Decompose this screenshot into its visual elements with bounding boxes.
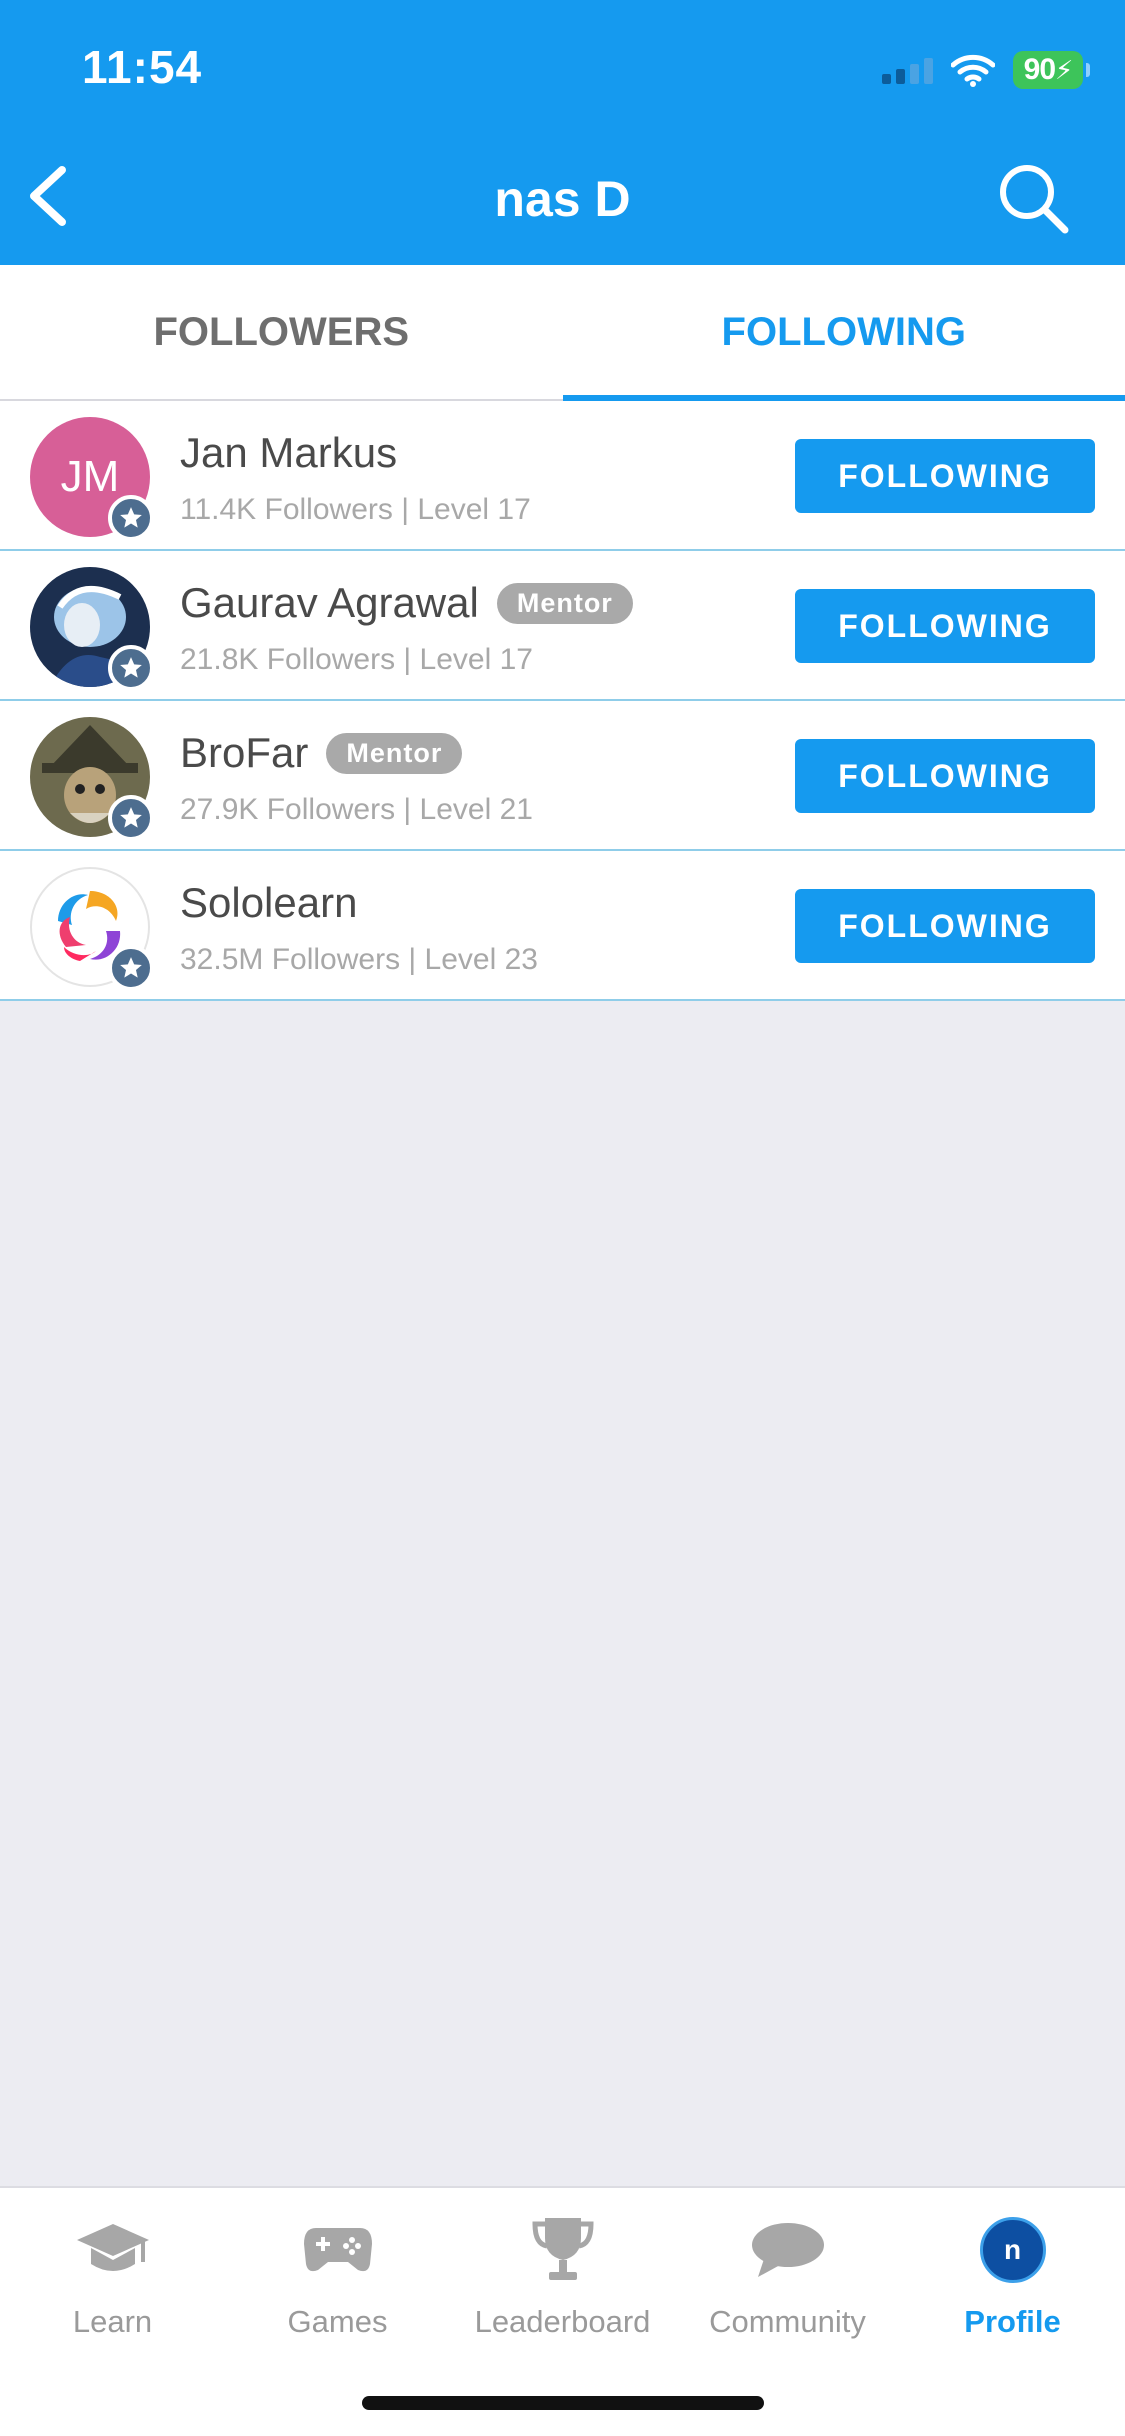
battery-level: 90 (1023, 53, 1056, 86)
nav-label: Learn (72, 2304, 153, 2339)
following-list: JM Jan Markus 11.4K Followers | Level 17… (0, 401, 1125, 1001)
search-button[interactable] (995, 160, 1073, 238)
list-item[interactable]: BroFar Mentor 27.9K Followers | Level 21… (0, 701, 1125, 851)
gamepad-icon (298, 2214, 378, 2286)
avatar[interactable] (30, 717, 154, 841)
user-info: Jan Markus 11.4K Followers | Level 17 (180, 429, 531, 527)
avatar-icon: n (973, 2214, 1053, 2286)
user-meta: 11.4K Followers | Level 17 (180, 493, 531, 526)
graduation-cap-icon (73, 2214, 153, 2286)
page-title: nas D (494, 171, 631, 227)
user-name[interactable]: Sololearn (180, 879, 357, 927)
user-name[interactable]: BroFar (180, 729, 308, 777)
wifi-icon (951, 54, 995, 87)
avatar[interactable] (30, 567, 154, 691)
mentor-badge: Mentor (326, 732, 463, 774)
star-badge-icon (108, 495, 154, 541)
user-meta: 32.5M Followers | Level 23 (180, 943, 538, 976)
tab-followers[interactable]: FOLLOWERS (0, 265, 563, 399)
trophy-icon (523, 2214, 603, 2286)
nav-label: Community (709, 2304, 866, 2339)
nav-label: Profile (964, 2304, 1061, 2339)
user-info: Sololearn 32.5M Followers | Level 23 (180, 879, 538, 977)
following-button[interactable]: FOLLOWING (795, 739, 1095, 813)
battery-indicator: 90 ⚡ (1013, 51, 1090, 89)
app-header: 11:54 90 ⚡ nas D (0, 0, 1125, 265)
user-info: BroFar Mentor 27.9K Followers | Level 21 (180, 729, 533, 827)
following-button[interactable]: FOLLOWING (795, 589, 1095, 663)
user-meta: 21.8K Followers | Level 17 (180, 643, 533, 676)
home-indicator[interactable] (362, 2396, 764, 2410)
following-button[interactable]: FOLLOWING (795, 439, 1095, 513)
list-item[interactable]: JM Jan Markus 11.4K Followers | Level 17… (0, 401, 1125, 551)
nav-label: Leaderboard (474, 2304, 651, 2339)
nav-learn[interactable]: Learn (0, 2188, 225, 2436)
user-meta: 27.9K Followers | Level 21 (180, 793, 533, 826)
status-time: 11:54 (82, 41, 203, 93)
mentor-badge: Mentor (496, 582, 633, 624)
profile-avatar-letter: n (979, 2217, 1046, 2283)
search-icon (1000, 165, 1069, 234)
list-item[interactable]: Gaurav Agrawal Mentor 21.8K Followers | … (0, 551, 1125, 701)
tab-bar: FOLLOWERS FOLLOWING (0, 265, 1125, 401)
nav-profile[interactable]: n Profile (900, 2188, 1125, 2436)
user-info: Gaurav Agrawal Mentor 21.8K Followers | … (180, 579, 633, 677)
avatar[interactable]: JM (30, 417, 154, 541)
cellular-signal-icon (882, 56, 933, 84)
list-item[interactable]: Sololearn 32.5M Followers | Level 23 FOL… (0, 851, 1125, 1001)
star-badge-icon (108, 795, 154, 841)
status-icons: 90 ⚡ (882, 48, 1090, 92)
avatar[interactable] (30, 867, 154, 991)
star-badge-icon (108, 645, 154, 691)
chat-bubble-icon (748, 2214, 828, 2286)
following-button[interactable]: FOLLOWING (795, 889, 1095, 963)
nav-label: Games (287, 2304, 388, 2339)
user-name[interactable]: Jan Markus (180, 429, 397, 477)
tab-following[interactable]: FOLLOWING (562, 265, 1125, 401)
star-badge-icon (108, 945, 154, 991)
user-name[interactable]: Gaurav Agrawal (180, 579, 479, 627)
